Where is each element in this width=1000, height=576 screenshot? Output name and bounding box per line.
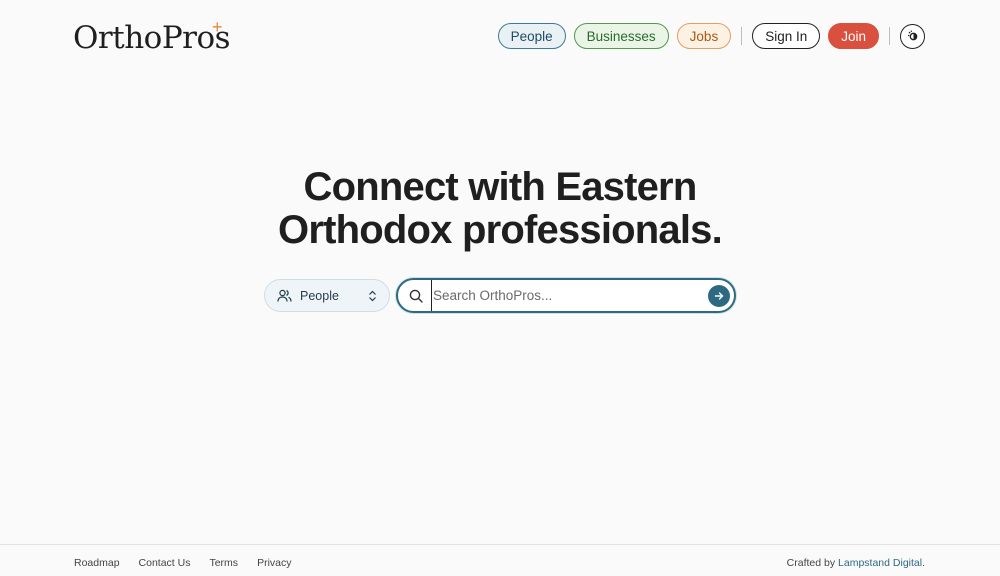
footer-links: Roadmap Contact Us Terms Privacy bbox=[74, 557, 292, 569]
logo-plus-mark: + bbox=[212, 17, 223, 37]
people-icon bbox=[277, 289, 292, 302]
hero-title-line-1: Connect with Eastern bbox=[303, 165, 698, 209]
search-type-label: People bbox=[300, 288, 339, 303]
chevron-up-down-icon bbox=[369, 290, 376, 301]
footer-credit-prefix: Crafted by bbox=[786, 557, 839, 569]
footer-credit-link[interactable]: Lampstand Digital bbox=[838, 557, 922, 569]
nav-divider bbox=[889, 27, 890, 45]
theme-toggle-button[interactable] bbox=[900, 23, 925, 49]
sign-in-button[interactable]: Sign In bbox=[752, 23, 821, 49]
nav-jobs-button[interactable]: Jobs bbox=[676, 23, 732, 49]
nav-businesses-button[interactable]: Businesses bbox=[573, 23, 669, 49]
nav-divider bbox=[741, 27, 743, 45]
logo[interactable]: OrthoPros bbox=[73, 20, 231, 56]
footer-credit: Crafted by Lampstand Digital. bbox=[787, 557, 925, 569]
search-input[interactable] bbox=[431, 280, 708, 311]
site-footer: Roadmap Contact Us Terms Privacy Crafted… bbox=[0, 544, 1000, 576]
hero-title-line-2: Orthodox professionals. bbox=[278, 208, 723, 252]
nav-people-button[interactable]: People bbox=[497, 23, 566, 49]
footer-link-terms[interactable]: Terms bbox=[209, 557, 238, 569]
footer-link-roadmap[interactable]: Roadmap bbox=[74, 557, 120, 569]
arrow-right-icon bbox=[714, 291, 724, 300]
join-button[interactable]: Join bbox=[828, 23, 879, 49]
footer-credit-suffix: . bbox=[922, 557, 925, 569]
search-submit-button[interactable] bbox=[708, 284, 730, 307]
main-nav: People Businesses Jobs Sign In Join bbox=[497, 23, 925, 49]
hero-title: Connect with Eastern Orthodox profession… bbox=[0, 166, 1000, 252]
theme-toggle-icon bbox=[907, 30, 917, 41]
footer-link-privacy[interactable]: Privacy bbox=[257, 557, 291, 569]
search-box bbox=[396, 278, 736, 313]
search-type-select[interactable]: People bbox=[264, 279, 390, 312]
search-icon bbox=[409, 289, 423, 303]
footer-link-contact-us[interactable]: Contact Us bbox=[139, 557, 191, 569]
site-header: OrthoPros + People Businesses Jobs Sign … bbox=[0, 0, 1000, 72]
